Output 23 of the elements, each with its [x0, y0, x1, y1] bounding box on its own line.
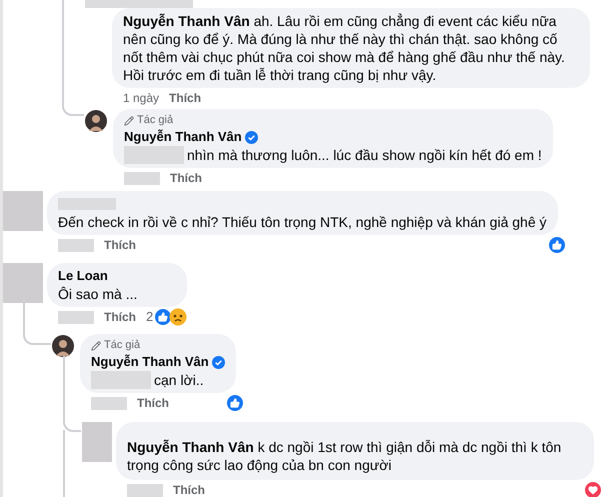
pencil-icon	[91, 340, 101, 350]
like-link[interactable]: Thích	[104, 308, 136, 326]
author-name[interactable]: Nguyễn Thanh Vân	[123, 13, 250, 29]
like-link[interactable]: Thích	[104, 236, 136, 254]
author-name[interactable]: Nguyễn Thanh Vân	[91, 353, 209, 371]
author-name[interactable]: Nguyễn Thanh Vân	[127, 439, 254, 455]
reaction-count: 2	[146, 308, 154, 326]
comment-text: Nguyễn Thanh Vân k dc ngồi 1st row thì giận dỗi mà dc ngồi thì k tôn trọng công sức lao động của bn con người	[127, 438, 562, 474]
author-label: Tác giả	[137, 113, 174, 128]
author-name[interactable]: Le Loan	[58, 267, 108, 285]
comment-text: nhìn mà thương luôn... lúc đầu show ngồi kín hết đó em !	[187, 146, 542, 164]
like-link[interactable]: Thích	[173, 481, 205, 497]
timestamp[interactable]: 1 ngày	[123, 89, 160, 107]
comment-text: Nguyễn Thanh Vân ah. Lâu rồi em cũng chẳng đi event các kiểu nữa nên cũng ko để ý. Mà đúng là như thế này thì chán thật. sao không cố nốt thêm vài chục phút nữa coi show mà để hàng ghế đầu như thế này. Hồi trước em đi tuần lễ thời trang cũng bị như vậy.	[123, 12, 566, 84]
comment-text: Ôi sao mà ...	[58, 285, 138, 303]
like-link[interactable]: Thích	[170, 169, 202, 187]
pencil-icon	[124, 116, 134, 126]
comment-text: cạn lời..	[154, 371, 204, 389]
comment-text: Đến check in rồi về c nhỉ? Thiếu tôn trọng NTK, nghề nghiệp và khán giả ghê ý	[58, 213, 546, 231]
author-label: Tác giả	[104, 338, 140, 353]
like-link[interactable]: Thích	[137, 394, 169, 412]
like-link[interactable]: Thích	[169, 89, 202, 107]
author-name[interactable]: Nguyễn Thanh Vân	[124, 128, 242, 146]
